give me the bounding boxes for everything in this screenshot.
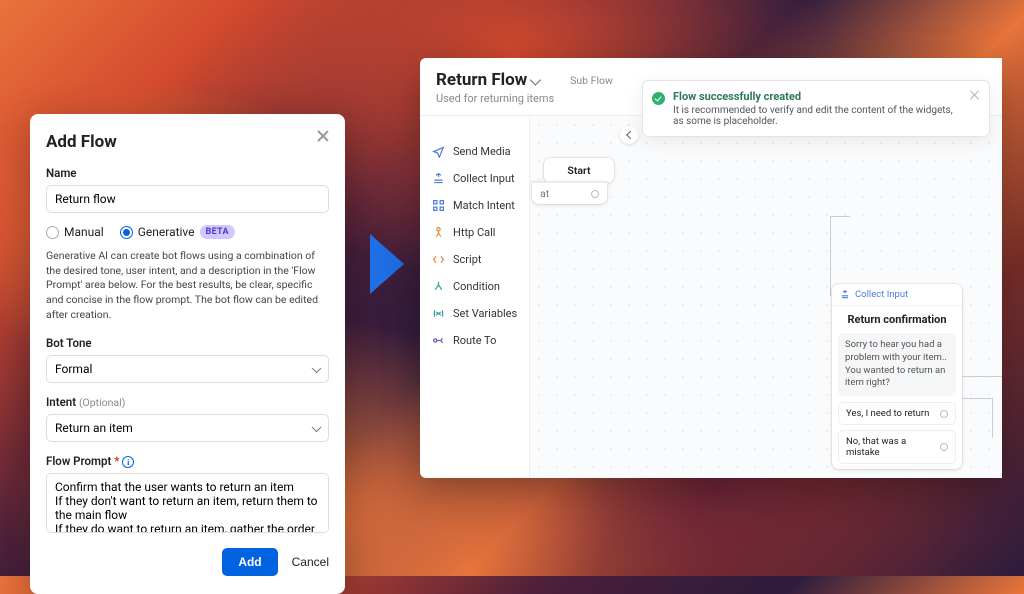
node-option-no[interactable]: No, that was a mistake <box>838 430 956 464</box>
beta-badge: BETA <box>200 225 235 239</box>
sidebar-item-match-intent[interactable]: Match Intent <box>420 192 529 219</box>
sidebar-item-route-to[interactable]: Route To <box>420 327 529 354</box>
check-circle-icon <box>652 92 665 105</box>
name-input[interactable] <box>46 185 329 213</box>
sidebar-item-label: Send Media <box>453 145 511 158</box>
cancel-button[interactable]: Cancel <box>292 555 329 569</box>
route-icon <box>432 334 445 347</box>
close-icon[interactable] <box>969 89 981 101</box>
tone-label: Bot Tone <box>46 336 329 350</box>
port-icon[interactable] <box>940 443 948 451</box>
node-type: Collect Input <box>855 289 908 300</box>
sidebar-item-label: Set Variables <box>453 307 517 320</box>
intent-select[interactable] <box>46 414 329 442</box>
branch-icon <box>432 280 445 293</box>
tone-select[interactable] <box>46 355 329 383</box>
sidebar-item-send-media[interactable]: Send Media <box>420 138 529 165</box>
radio-label: Manual <box>64 225 104 239</box>
sidebar-item-label: Match Intent <box>453 199 515 212</box>
intent-label: Intent (Optional) <box>46 395 329 409</box>
sidebar-item-http-call[interactable]: Http Call <box>420 219 529 246</box>
name-label: Name <box>46 166 329 180</box>
sidebar-item-label: Http Call <box>453 226 495 239</box>
sidebar-item-label: Collect Input <box>453 172 515 185</box>
script-icon <box>432 253 445 266</box>
sidebar-item-condition[interactable]: Condition <box>420 273 529 300</box>
widget-palette: Send Media Collect Input Match Intent Ht… <box>420 116 530 478</box>
collapse-sidebar-button[interactable] <box>620 126 638 144</box>
arrow-right-icon <box>370 234 404 294</box>
node-title: Start <box>567 164 590 177</box>
collect-input-node-return[interactable]: Collect Input Return confirmation Sorry … <box>832 284 962 469</box>
sidebar-item-script[interactable]: Script <box>420 246 529 273</box>
sidebar-item-label: Condition <box>453 280 500 293</box>
sidebar-item-collect-input[interactable]: Collect Input <box>420 165 529 192</box>
start-node-port[interactable]: at <box>532 182 607 204</box>
toast-title: Flow successfully created <box>673 90 961 103</box>
variable-icon <box>432 307 445 320</box>
input-icon <box>432 172 445 185</box>
page-title: Return Flow <box>436 70 527 90</box>
info-icon[interactable]: i <box>122 456 134 468</box>
sidebar-item-set-variables[interactable]: Set Variables <box>420 300 529 327</box>
node-title: Return confirmation <box>832 306 962 333</box>
generative-description: Generative AI can create bot flows using… <box>46 249 329 322</box>
prompt-label: Flow Prompt * i <box>46 454 329 468</box>
toast-body: It is recommended to verify and edit the… <box>673 105 961 127</box>
edit-icon[interactable] <box>530 76 541 87</box>
add-flow-modal: Add Flow Name Manual Generative BETA Gen… <box>30 114 345 594</box>
flow-builder-panel: Return Flow Used for returning items Sub… <box>420 58 1002 478</box>
node-body: Sorry to hear you had a problem with you… <box>838 333 956 396</box>
prompt-textarea[interactable]: Confirm that the user wants to return an… <box>46 473 329 533</box>
send-icon <box>432 145 445 158</box>
grid-icon <box>432 199 445 212</box>
close-icon[interactable] <box>315 128 331 144</box>
add-button[interactable]: Add <box>222 548 277 576</box>
start-node[interactable]: Start <box>544 158 614 183</box>
mode-generative-radio[interactable]: Generative BETA <box>120 225 235 239</box>
flow-canvas[interactable]: Start at Collect Input Return confirmati… <box>530 116 1002 478</box>
modal-title: Add Flow <box>46 132 329 152</box>
mode-manual-radio[interactable]: Manual <box>46 225 104 239</box>
http-icon <box>432 226 445 239</box>
input-icon <box>840 290 850 300</box>
success-toast: Flow successfully created It is recommen… <box>642 80 990 137</box>
radio-label: Generative <box>138 225 195 239</box>
subflow-badge: Sub Flow <box>570 74 613 87</box>
sidebar-item-label: Script <box>453 253 481 266</box>
port-icon[interactable] <box>940 410 948 418</box>
port-icon[interactable] <box>591 190 599 198</box>
node-option-yes[interactable]: Yes, I need to return <box>838 402 956 425</box>
sidebar-item-label: Route To <box>453 334 496 347</box>
page-subtitle: Used for returning items <box>436 92 554 105</box>
